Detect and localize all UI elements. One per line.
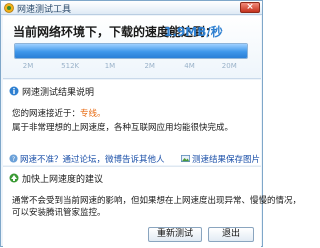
- scale-tick: 4M: [184, 62, 195, 70]
- accelerate-icon: [9, 173, 19, 183]
- question-icon: ?: [9, 154, 18, 163]
- svg-text:?: ?: [12, 156, 15, 163]
- retest-button[interactable]: 重新测试: [148, 227, 202, 242]
- speed-panel: 当前网络环境下，下载的速度能达到： 1.9MB/秒 2M 512K 1M 2M …: [3, 16, 261, 79]
- speed-value: 1.9MB/秒: [164, 25, 223, 39]
- result-line-1-prefix: 您的网速接近于：: [12, 109, 81, 119]
- save-image-link-text: 测速结果保存图片: [192, 155, 261, 165]
- speed-progress-fill: [15, 44, 247, 58]
- speed-progress-bar: [14, 43, 248, 59]
- advice-line-2: 可以安装腾讯管家监控。: [12, 208, 106, 218]
- share-feedback-link-text: 网速不准？通过论坛，微博告诉其他人: [20, 155, 165, 165]
- link-row: ? 网速不准？通过论坛，微博告诉其他人 测速结果保存图片: [3, 151, 261, 165]
- result-heading: 网速测试结果说明: [9, 85, 95, 98]
- scale-tick: 2M: [144, 62, 155, 70]
- result-line-2: 属于非常理想的上网速度，各种互联网应用均能很快完成。: [12, 123, 234, 133]
- scale-tick: 512K: [61, 62, 80, 70]
- speed-test-window: 网速测试工具 × 当前网络环境下，下载的速度能达到： 1.9MB/秒 2M 51…: [0, 0, 301, 248]
- scale-tick: 1M: [104, 62, 116, 70]
- close-button[interactable]: ×: [240, 2, 260, 13]
- advice-heading: 加快上网速度的建议: [9, 172, 104, 185]
- scale-tick: 2M: [22, 62, 34, 70]
- advice-heading-text: 加快上网速度的建议: [22, 175, 104, 185]
- result-heading-text: 网速测试结果说明: [22, 88, 95, 98]
- window-title: 网速测试工具: [17, 5, 72, 15]
- advice-line-1: 通常不会受到当前网速的影响，但如果想在上网速度出现异常、慢慢的情况，: [12, 196, 302, 206]
- speed-scale: 2M 512K 1M 2M 4M 20M: [14, 62, 248, 72]
- info-icon: [9, 86, 19, 96]
- result-line-1: 您的网速接近于：专线。: [12, 107, 106, 119]
- title-bar[interactable]: 网速测试工具 ×: [1, 1, 262, 15]
- app-logo-icon: [4, 3, 14, 13]
- save-image-link[interactable]: 测速结果保存图片: [181, 153, 260, 165]
- share-feedback-link[interactable]: ? 网速不准？通过论坛，微博告诉其他人: [9, 153, 165, 165]
- picture-icon: [181, 154, 190, 163]
- result-line-1-value: 专线。: [80, 109, 106, 119]
- exit-button[interactable]: 退出: [208, 227, 254, 242]
- scale-tick: 20M: [221, 62, 237, 70]
